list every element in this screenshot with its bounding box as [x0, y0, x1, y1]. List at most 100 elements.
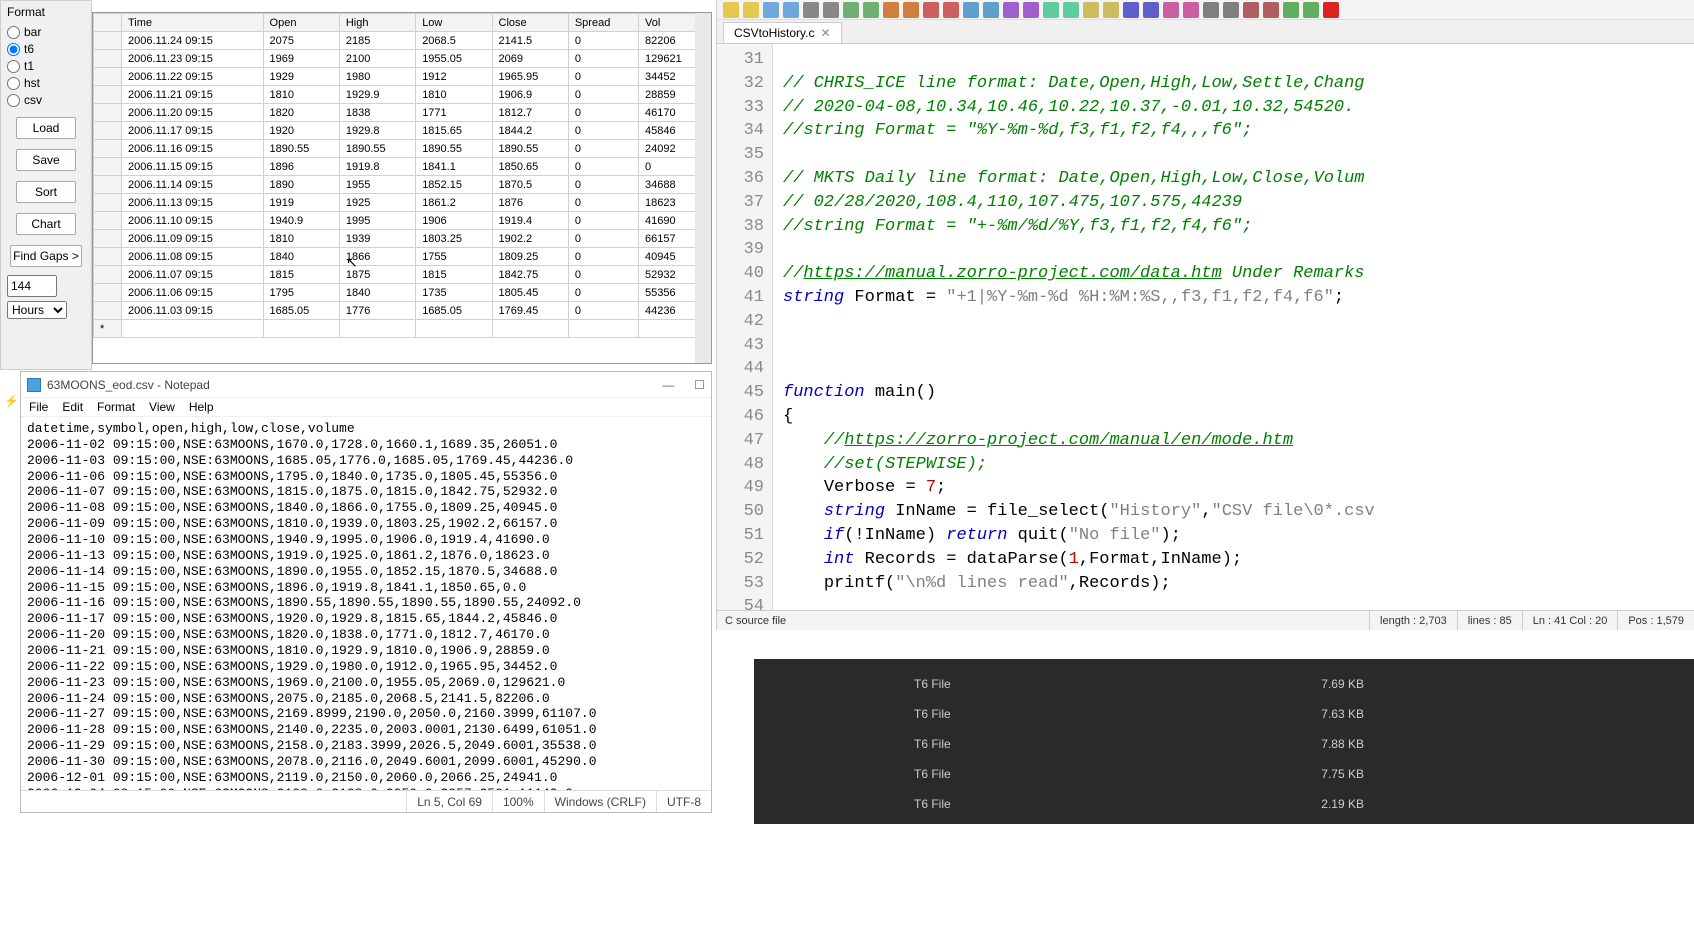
grid-cell[interactable]: 2006.11.15 09:15 [122, 158, 264, 176]
grid-cell[interactable]: 1769.45 [492, 302, 568, 320]
menu-item-file[interactable]: File [29, 400, 48, 414]
toolbar-button[interactable] [1003, 2, 1019, 18]
grid-cell[interactable]: 1850.65 [492, 158, 568, 176]
grid-cell[interactable]: 1803.25 [416, 230, 492, 248]
table-row[interactable]: 2006.11.22 09:151929198019121965.9503445… [94, 68, 711, 86]
grid-cell[interactable]: 1810 [263, 230, 339, 248]
file-row[interactable]: T6 File2.19 KB [754, 789, 1694, 819]
grid-cell[interactable]: 1919.8 [339, 158, 415, 176]
grid-column-header[interactable]: Open [263, 14, 339, 32]
grid-cell[interactable]: 2006.11.22 09:15 [122, 68, 264, 86]
toolbar-button[interactable] [1183, 2, 1199, 18]
grid-column-header[interactable]: Low [416, 14, 492, 32]
grid-cell[interactable]: 1955 [339, 176, 415, 194]
grid-cell[interactable]: 1890.55 [416, 140, 492, 158]
grid-cell[interactable]: 1955.05 [416, 50, 492, 68]
grid-cell[interactable]: 1939 [339, 230, 415, 248]
grid-cell[interactable]: 1890.55 [339, 140, 415, 158]
toolbar-button[interactable] [1163, 2, 1179, 18]
toolbar-button[interactable] [1203, 2, 1219, 18]
grid-cell[interactable]: 1870.5 [492, 176, 568, 194]
grid-cell[interactable]: 2006.11.07 09:15 [122, 266, 264, 284]
grid-cell[interactable]: 1876 [492, 194, 568, 212]
code-line[interactable]: //https://zorro-project.com/manual/en/mo… [783, 429, 1694, 453]
toolbar-button[interactable] [863, 2, 879, 18]
grid-cell[interactable]: 1815 [263, 266, 339, 284]
code-line[interactable]: printf("\n%d lines read",Records); [783, 572, 1694, 596]
grid-cell[interactable]: 2100 [339, 50, 415, 68]
grid-cell[interactable] [568, 320, 638, 338]
toolbar-button[interactable] [843, 2, 859, 18]
grid-cell[interactable]: 1929 [263, 68, 339, 86]
grid-cell[interactable]: 1776 [339, 302, 415, 320]
grid-cell[interactable]: 1890.55 [492, 140, 568, 158]
grid-cell[interactable]: 1852.15 [416, 176, 492, 194]
code-line[interactable] [783, 48, 1694, 72]
toolbar-button[interactable] [923, 2, 939, 18]
grid-cell[interactable]: 0 [568, 122, 638, 140]
code-line[interactable] [783, 310, 1694, 334]
grid-cell[interactable]: 2006.11.16 09:15 [122, 140, 264, 158]
grid-cell[interactable]: 0 [568, 158, 638, 176]
find-gaps-button[interactable]: Find Gaps > [10, 245, 82, 267]
toolbar-button[interactable] [1303, 2, 1319, 18]
grid-cell[interactable]: 1925 [339, 194, 415, 212]
grid-cell[interactable]: 1812.7 [492, 104, 568, 122]
grid-cell[interactable]: 1815 [416, 266, 492, 284]
code-line[interactable] [783, 357, 1694, 381]
grid-cell[interactable]: 1685.05 [263, 302, 339, 320]
grid-cell[interactable]: 0 [568, 176, 638, 194]
table-row[interactable]: 2006.11.03 09:151685.0517761685.051769.4… [94, 302, 711, 320]
grid-cell[interactable]: 0 [568, 194, 638, 212]
toolbar-button[interactable] [1323, 2, 1339, 18]
grid-cell[interactable]: 0 [568, 230, 638, 248]
grid-cell[interactable]: 2006.11.10 09:15 [122, 212, 264, 230]
grid-cell[interactable]: 1840 [263, 248, 339, 266]
file-row[interactable]: T6 File7.63 KB [754, 699, 1694, 729]
grid-cell[interactable]: 1866 [339, 248, 415, 266]
toolbar-button[interactable] [1223, 2, 1239, 18]
save-button[interactable]: Save [16, 149, 76, 171]
grid-cell[interactable]: 1902.2 [492, 230, 568, 248]
grid-cell[interactable]: 1890.55 [263, 140, 339, 158]
gap-num-input[interactable] [7, 275, 57, 297]
radio-t6[interactable]: t6 [7, 42, 85, 56]
menu-item-format[interactable]: Format [97, 400, 135, 414]
file-row[interactable]: T6 File7.88 KB [754, 729, 1694, 759]
radio-bar[interactable]: bar [7, 25, 85, 39]
grid-cell[interactable]: 1840 [339, 284, 415, 302]
code-area[interactable]: 3132333435363738394041424344454647484950… [717, 44, 1694, 610]
grid-cell[interactable]: 1809.25 [492, 248, 568, 266]
radio-t1[interactable]: t1 [7, 59, 85, 73]
toolbar-button[interactable] [903, 2, 919, 18]
toolbar-button[interactable] [823, 2, 839, 18]
grid-cell[interactable] [492, 320, 568, 338]
table-row[interactable]: 2006.11.10 09:151940.9199519061919.40416… [94, 212, 711, 230]
code-lines[interactable]: // CHRIS_ICE line format: Date,Open,High… [773, 44, 1694, 610]
toolbar-button[interactable] [803, 2, 819, 18]
grid-cell[interactable]: 2141.5 [492, 32, 568, 50]
toolbar-button[interactable] [1283, 2, 1299, 18]
toolbar-button[interactable] [1123, 2, 1139, 18]
code-line[interactable]: string InName = file_select("History","C… [783, 500, 1694, 524]
grid-cell[interactable]: 1890 [263, 176, 339, 194]
toolbar-button[interactable] [1143, 2, 1159, 18]
grid-cell[interactable]: 2006.11.09 09:15 [122, 230, 264, 248]
grid-cell[interactable]: 2006.11.08 09:15 [122, 248, 264, 266]
grid-cell[interactable]: 0 [568, 104, 638, 122]
grid-cell[interactable]: 1875 [339, 266, 415, 284]
grid-cell[interactable]: 1965.95 [492, 68, 568, 86]
grid-cell[interactable]: 0 [568, 32, 638, 50]
grid-cell[interactable]: 1896 [263, 158, 339, 176]
grid-column-header[interactable]: Time [122, 14, 264, 32]
code-line[interactable]: int Records = dataParse(1,Format,InName)… [783, 548, 1694, 572]
grid-column-header[interactable]: High [339, 14, 415, 32]
table-row[interactable]: 2006.11.08 09:151840186617551809.2504094… [94, 248, 711, 266]
code-line[interactable]: // 02/28/2020,108.4,110,107.475,107.575,… [783, 191, 1694, 215]
grid-cell[interactable]: 1906 [416, 212, 492, 230]
grid-cell[interactable]: 1929.8 [339, 122, 415, 140]
table-row[interactable]: 2006.11.21 09:1518101929.918101906.90288… [94, 86, 711, 104]
grid-cell[interactable]: 1841.1 [416, 158, 492, 176]
grid-scrollbar[interactable] [695, 13, 711, 363]
grid-cell[interactable]: 1771 [416, 104, 492, 122]
